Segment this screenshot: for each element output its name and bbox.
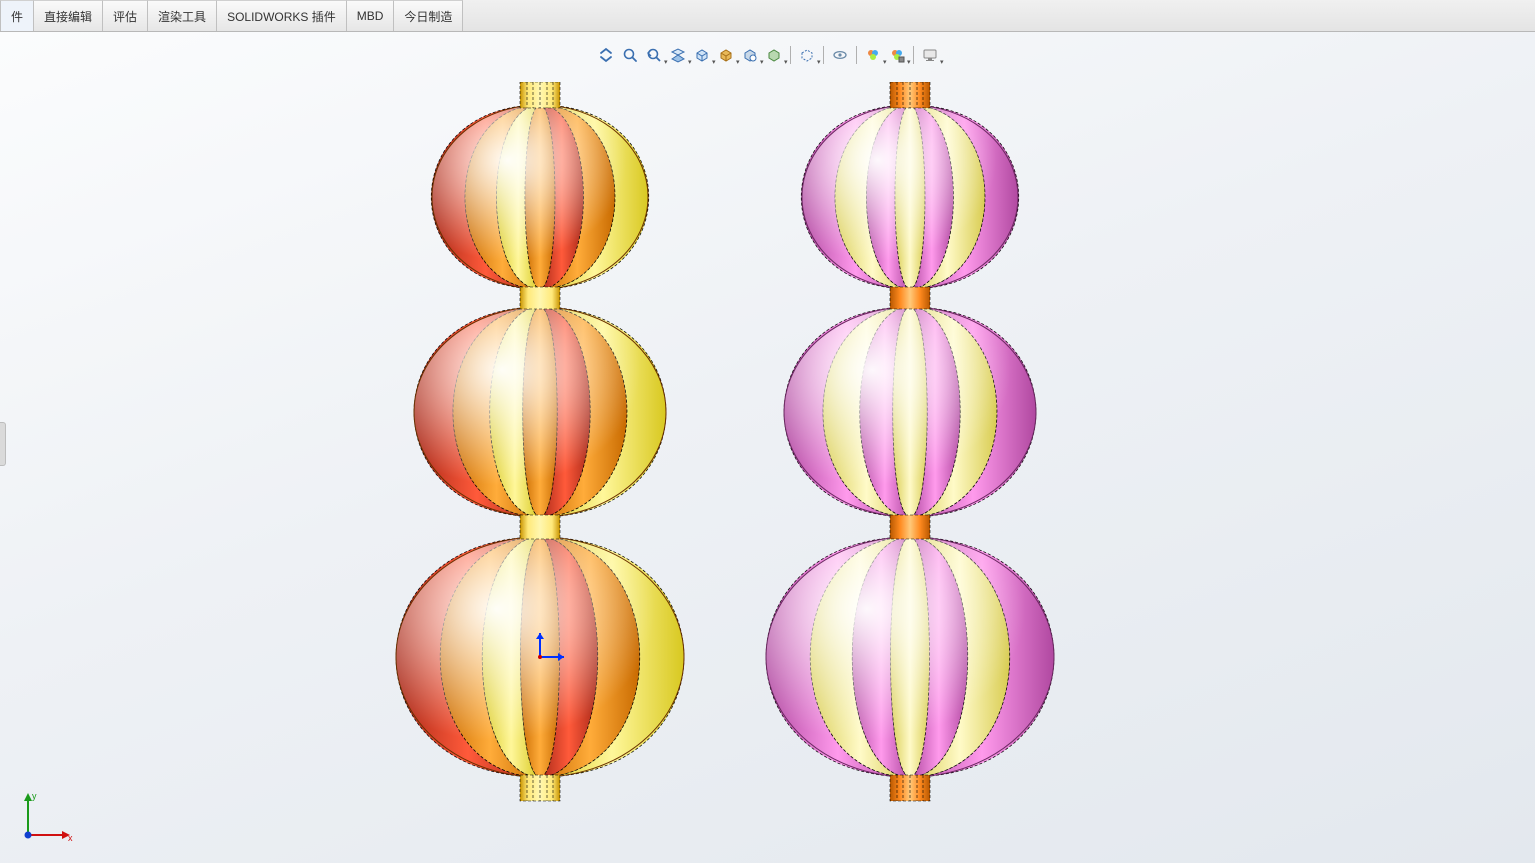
tab-label: 直接编辑 — [44, 8, 92, 25]
display-style-icon[interactable] — [715, 44, 737, 66]
tab-label: 渲染工具 — [158, 8, 206, 25]
toolbar-separator — [790, 46, 791, 64]
tab-evaluate[interactable]: 评估 — [103, 0, 148, 31]
reference-triad: y x — [18, 785, 78, 845]
model-lantern-left — [380, 82, 700, 845]
axis-y-label: y — [32, 791, 37, 801]
graphics-viewport[interactable]: y x — [0, 32, 1535, 863]
axis-x-label: x — [68, 833, 73, 843]
toolbar-separator — [823, 46, 824, 64]
model-lantern-right — [750, 82, 1070, 845]
tab-today-manufacture[interactable]: 今日制造 — [394, 0, 463, 31]
tab-direct-edit[interactable]: 直接编辑 — [34, 0, 103, 31]
zoom-to-fit-icon[interactable] — [595, 44, 617, 66]
task-pane-handle[interactable] — [0, 422, 6, 466]
appearance-palette-icon[interactable] — [862, 44, 884, 66]
hide-all-types-icon[interactable] — [796, 44, 818, 66]
zoom-to-area-icon[interactable] — [619, 44, 641, 66]
tab-mbd[interactable]: MBD — [347, 0, 395, 31]
section-view-icon[interactable] — [667, 44, 689, 66]
view-orientation-icon[interactable] — [691, 44, 713, 66]
tab-label: MBD — [357, 9, 384, 23]
command-manager-tabs: 件 直接编辑 评估 渲染工具 SOLIDWORKS 插件 MBD 今日制造 — [0, 0, 1535, 32]
apply-scene-icon[interactable] — [886, 44, 908, 66]
heads-up-view-toolbar — [591, 42, 945, 68]
tab-solidworks-addins[interactable]: SOLIDWORKS 插件 — [217, 0, 347, 31]
tab-label: 件 — [11, 8, 23, 25]
tab-render-tools[interactable]: 渲染工具 — [148, 0, 217, 31]
eye-icon[interactable] — [829, 44, 851, 66]
tab-features-partial[interactable]: 件 — [0, 0, 34, 31]
view-settings-icon[interactable] — [919, 44, 941, 66]
hide-show-items-icon[interactable] — [739, 44, 761, 66]
toolbar-separator — [856, 46, 857, 64]
toolbar-separator — [913, 46, 914, 64]
tab-label: 评估 — [113, 8, 137, 25]
previous-view-icon[interactable] — [643, 44, 665, 66]
tab-label: SOLIDWORKS 插件 — [227, 8, 336, 25]
edit-appearance-icon[interactable] — [763, 44, 785, 66]
tab-label: 今日制造 — [404, 8, 452, 25]
